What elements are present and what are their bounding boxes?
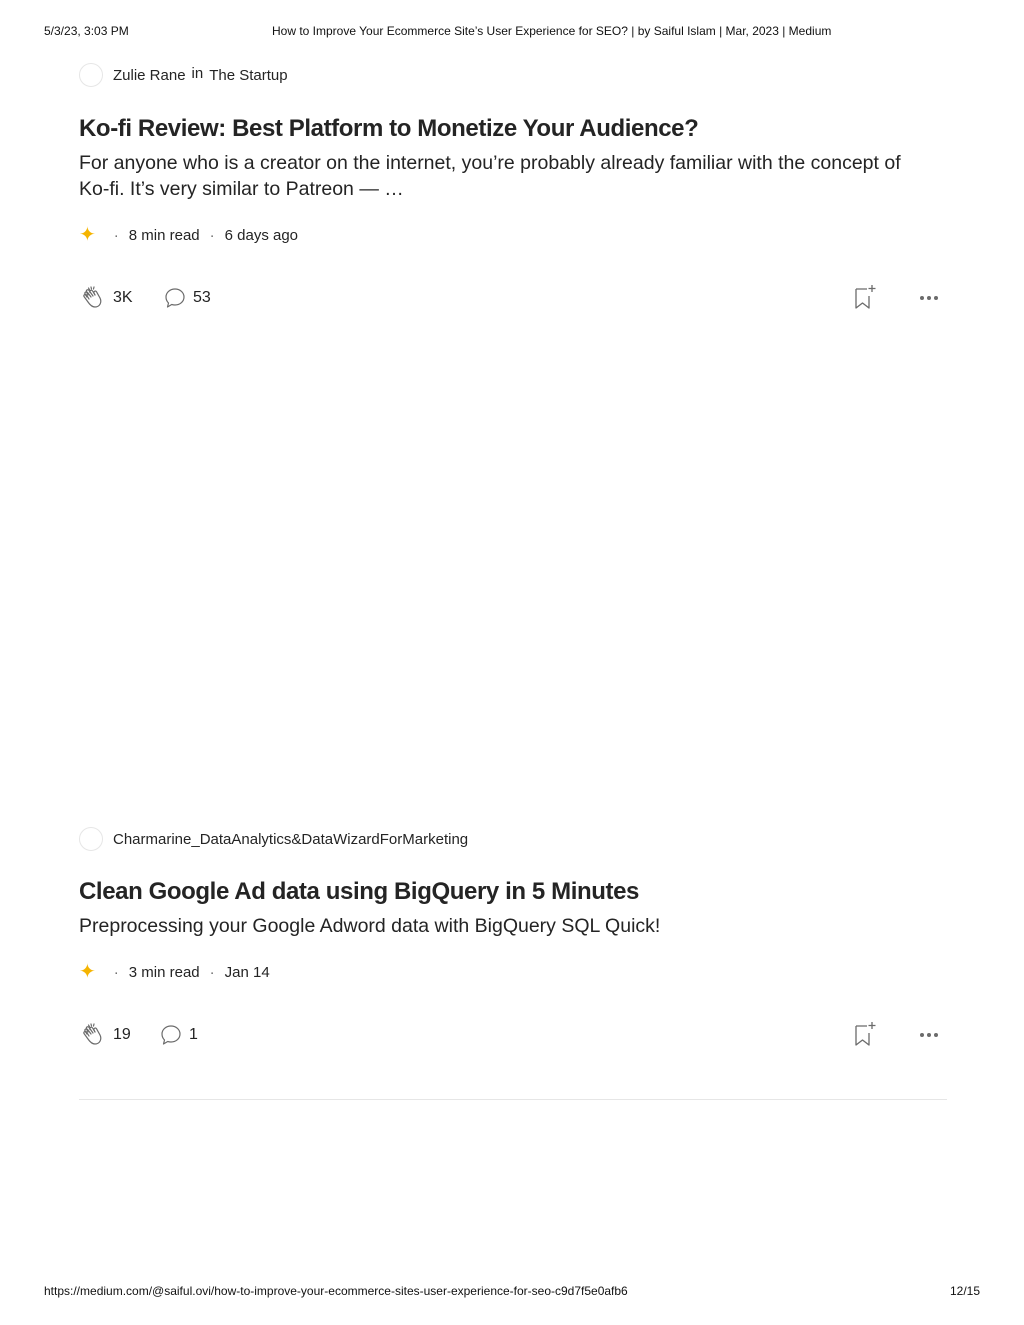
publication-name[interactable]: The Startup [209,67,287,84]
print-page-number: 12/15 [949,1284,980,1298]
section-divider [79,1099,947,1100]
author-name[interactable]: Charmarine_DataAnalytics&DataWizardForMa… [113,831,468,848]
story-card[interactable]: Charmarine_DataAnalytics&DataWizardForMa… [79,826,947,1051]
story-byline: Zulie Rane in The Startup [79,62,947,88]
responses-button[interactable]: 53 [163,282,211,314]
story-subtitle[interactable]: Preprocessing your Google Adword data wi… [79,913,929,939]
read-time: 3 min read [128,963,200,981]
bookmark-add-icon [853,1022,877,1051]
clap-button[interactable]: 19 [79,1019,131,1051]
story-byline: Charmarine_DataAnalytics&DataWizardForMa… [79,826,947,852]
more-button[interactable] [919,1025,939,1050]
clap-icon [79,1021,107,1049]
story-title[interactable]: Ko-fi Review: Best Platform to Monetize … [79,114,947,144]
clap-count: 19 [113,1026,131,1043]
response-count: 53 [193,289,211,306]
print-url: https://medium.com/@saiful.ovi/how-to-im… [44,1284,628,1298]
sparkle-star-icon: ✦ [79,224,96,246]
author-avatar[interactable] [79,63,103,87]
more-dots-icon [919,1032,939,1049]
speech-bubble-icon [163,286,187,310]
print-footer: https://medium.com/@saiful.ovi/how-to-im… [0,1284,1024,1302]
more-button[interactable] [919,288,939,313]
in-word: in [191,64,204,82]
print-header: 5/3/23, 3:03 PM How to Improve Your Ecom… [0,24,1024,42]
response-count: 1 [189,1026,198,1043]
speech-bubble-icon [159,1023,183,1047]
story-meta: ✦ · 8 min read · 6 days ago [79,224,947,246]
separator-dot: · [209,963,215,981]
more-dots-icon [919,295,939,312]
print-datetime: 5/3/23, 3:03 PM [44,24,129,38]
bookmark-add-icon [853,285,877,314]
read-time: 8 min read [128,226,200,244]
author-name[interactable]: Zulie Rane [113,67,186,84]
responses-button[interactable]: 1 [159,1019,198,1051]
story-meta: ✦ · 3 min read · Jan 14 [79,961,947,983]
story-subtitle[interactable]: For anyone who is a creator on the inter… [79,150,929,202]
publish-date: Jan 14 [224,963,270,981]
story-card[interactable]: Zulie Rane in The Startup Ko-fi Review: … [79,62,947,314]
separator-dot: · [209,226,215,244]
author-avatar[interactable] [79,827,103,851]
clap-count: 3K [113,289,133,306]
clap-button[interactable]: 3K [79,282,133,314]
publish-date: 6 days ago [224,226,299,244]
print-page-title: How to Improve Your Ecommerce Site’s Use… [272,24,832,38]
story-actions: 3K 53 [79,282,947,314]
story-actions: 19 1 [79,1019,947,1051]
save-button[interactable] [853,1021,877,1052]
sparkle-star-icon: ✦ [79,961,96,983]
clap-icon [79,284,107,312]
save-button[interactable] [853,284,877,315]
separator-dot: · [113,963,119,981]
story-title[interactable]: Clean Google Ad data using BigQuery in 5… [79,877,947,907]
separator-dot: · [113,226,119,244]
